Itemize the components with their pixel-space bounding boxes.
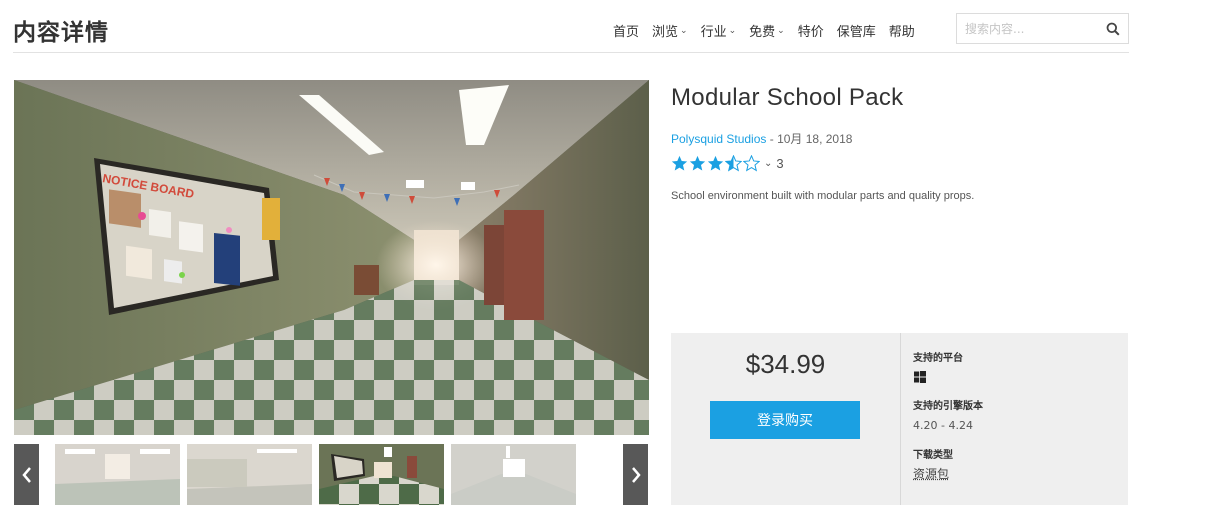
star-full-icon bbox=[707, 155, 724, 171]
nav-browse-label: 浏览 bbox=[652, 25, 679, 40]
nav-vault-label: 保管库 bbox=[836, 25, 876, 40]
star-full-icon bbox=[671, 155, 688, 171]
nav-help[interactable]: 帮助 bbox=[889, 21, 915, 40]
price: $34.99 bbox=[745, 349, 826, 379]
search-input[interactable] bbox=[957, 14, 1097, 43]
site-header: 内容详情 首页 浏览 ⌄ 行业 ⌄ 免费 ⌄ 特价 保管库 帮助 bbox=[13, 10, 1129, 53]
product-description: School environment built with modular pa… bbox=[671, 190, 975, 202]
product-meta: Polysquid Studios - 10月 18, 2018 bbox=[671, 130, 852, 147]
product-specs: 支持的平台 支持的引擎版本 4.20 - 4.24 下载类型 资源包 bbox=[913, 333, 1123, 505]
nav-industry-label: 行业 bbox=[700, 25, 727, 40]
engine-version-label: 支持的引擎版本 bbox=[913, 401, 983, 412]
star-half-icon bbox=[725, 155, 742, 172]
nav-free[interactable]: 免费 ⌄ bbox=[749, 21, 785, 40]
engine-version-value: 4.20 - 4.24 bbox=[913, 419, 973, 432]
gallery-next-button[interactable] bbox=[623, 444, 648, 505]
nav-sale[interactable]: 特价 bbox=[798, 21, 824, 40]
chevron-left-icon bbox=[21, 466, 31, 483]
nav-help-label: 帮助 bbox=[888, 25, 915, 40]
date-separator: - bbox=[766, 132, 778, 146]
chevron-right-icon bbox=[631, 466, 641, 483]
download-type-link[interactable]: 资源包 bbox=[913, 467, 949, 481]
price-section: $34.99 登录购买 bbox=[671, 333, 900, 505]
windows-icon bbox=[914, 371, 926, 383]
thumbnail-2[interactable] bbox=[187, 444, 312, 505]
chevron-down-icon: ⌄ bbox=[777, 25, 785, 36]
nav-home[interactable]: 首页 bbox=[613, 21, 639, 40]
thumbnail-1[interactable] bbox=[55, 444, 180, 505]
search-icon[interactable] bbox=[1106, 22, 1120, 36]
download-type-value: 资源包 bbox=[913, 465, 949, 482]
rating-count: 3 bbox=[776, 156, 784, 171]
release-date: 10月 18, 2018 bbox=[777, 132, 853, 146]
product-title: Modular School Pack bbox=[671, 84, 904, 111]
purchase-panel: $34.99 登录购买 支持的平台 支持的引擎版本 4.20 - 4.24 下载… bbox=[671, 333, 1128, 505]
search-box bbox=[956, 13, 1129, 44]
platform-label: 支持的平台 bbox=[913, 353, 963, 364]
nav-home-label: 首页 bbox=[613, 25, 640, 40]
divider bbox=[900, 333, 901, 505]
nav-sale-label: 特价 bbox=[797, 25, 824, 40]
nav-free-label: 免费 bbox=[749, 25, 776, 40]
thumbnail-4[interactable] bbox=[451, 444, 576, 505]
chevron-down-icon: ⌄ bbox=[728, 25, 737, 36]
thumbnail-3[interactable] bbox=[319, 444, 444, 505]
gallery-prev-button[interactable] bbox=[14, 444, 39, 505]
main-product-image[interactable]: NOTICE BOARD bbox=[14, 80, 649, 435]
main-nav: 首页 浏览 ⌄ 行业 ⌄ 免费 ⌄ 特价 保管库 帮助 bbox=[613, 21, 915, 40]
star-rating bbox=[671, 155, 760, 172]
page-title: 内容详情 bbox=[13, 20, 109, 46]
publisher-link[interactable]: Polysquid Studios bbox=[671, 132, 766, 146]
star-empty-icon bbox=[743, 155, 760, 172]
rating-widget[interactable]: ⌄ 3 bbox=[671, 155, 784, 172]
chevron-down-icon: ⌄ bbox=[764, 158, 773, 169]
nav-industry[interactable]: 行业 ⌄ bbox=[701, 21, 737, 40]
nav-vault[interactable]: 保管库 bbox=[837, 21, 876, 40]
chevron-down-icon: ⌄ bbox=[680, 25, 688, 36]
thumbnail-strip bbox=[14, 443, 649, 505]
nav-browse[interactable]: 浏览 ⌄ bbox=[652, 21, 688, 40]
star-full-icon bbox=[689, 155, 706, 171]
download-type-label: 下载类型 bbox=[913, 450, 953, 461]
login-to-buy-button[interactable]: 登录购买 bbox=[710, 401, 860, 439]
